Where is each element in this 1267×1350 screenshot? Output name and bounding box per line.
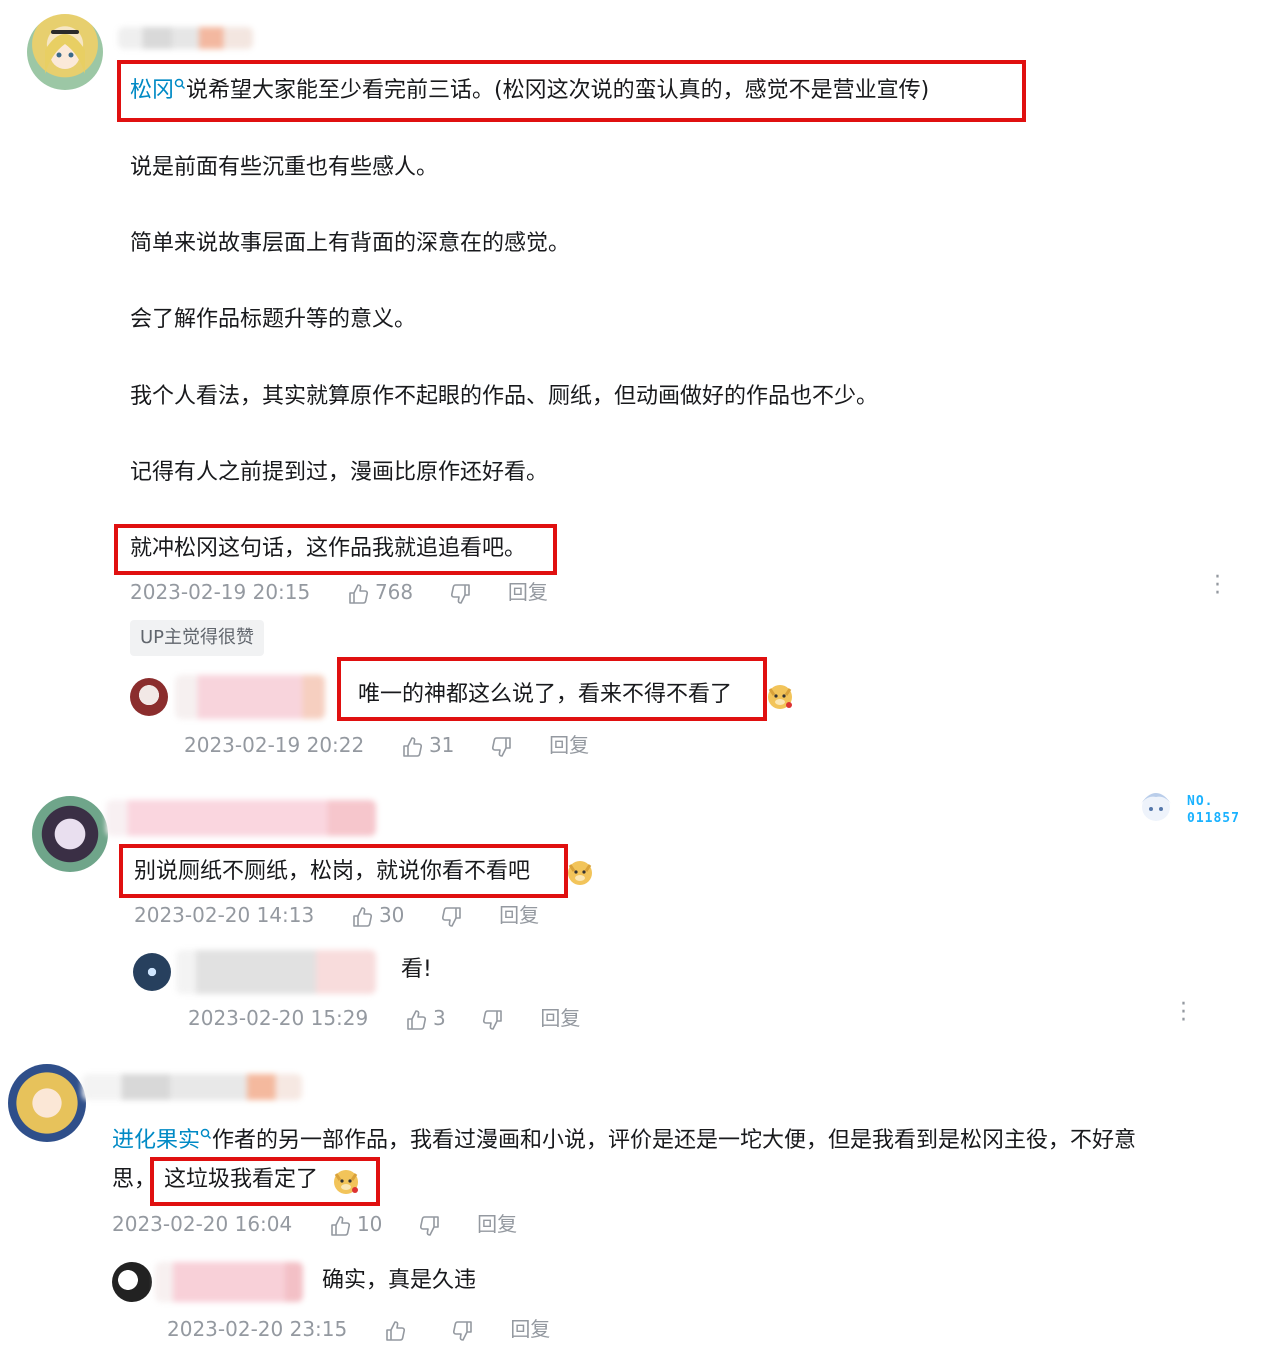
fan-avatar-icon [1140,793,1172,821]
thumbs-up-icon [406,1009,426,1030]
dislike-button[interactable] [452,1317,480,1341]
avatar[interactable] [27,14,103,90]
more-icon[interactable]: · · · [1214,567,1221,605]
comment-text: 别说厕纸不厕纸，松岗，就说你看不看吧 [134,859,531,884]
timestamp: 2023-02-20 16:04 [112,1212,293,1236]
username[interactable] [176,950,376,994]
thumbs-down-icon [491,736,511,757]
username[interactable] [175,675,325,719]
more-icon[interactable]: · · · [1180,994,1187,1032]
dislike-button[interactable] [450,580,478,604]
comment-meta: 2023-02-19 20:15 768 回复 [130,580,548,605]
comment-meta: 2023-02-20 14:13 30 回复 [134,903,539,928]
like-count: 31 [428,733,455,757]
comment-paragraph: 就冲松冈这句话，这作品我就追追看吧。 [130,536,527,561]
like-button[interactable]: 30 [351,903,411,927]
avatar[interactable] [133,953,171,991]
timestamp: 2023-02-20 23:15 [167,1317,348,1341]
comment-line: 进化果实 作者的另一部作品，我看过漫画和小说，评价是还是一坨大便，但是我看到是松冈… [112,1126,1136,1156]
doge-emoji [568,861,592,885]
like-count: 30 [378,903,405,927]
avatar[interactable] [8,1064,86,1142]
timestamp: 2023-02-20 14:13 [134,903,315,927]
dislike-button[interactable] [419,1212,447,1236]
thumbs-up-icon [348,583,368,604]
thumbs-up-icon [352,906,372,927]
comment-meta: 2023-02-20 16:04 10 回复 [112,1212,517,1237]
comment-paragraph: 我个人看法，其实就算原作不起眼的作品、厕纸，但动画做好的作品也不少。 [130,384,879,409]
dislike-button[interactable] [482,1006,510,1030]
search-icon [174,78,186,90]
reply-text: 看! [401,957,432,982]
timestamp: 2023-02-19 20:15 [130,580,311,604]
thumbs-down-icon [441,906,461,927]
thumbs-down-icon [452,1320,472,1341]
comment-paragraph: 会了解作品标题升等的意义。 [130,307,417,332]
comment-paragraph: 记得有人之前提到过，漫画比原作还好看。 [130,460,549,485]
thumbs-down-icon [419,1215,439,1236]
timestamp: 2023-02-19 20:22 [184,733,365,757]
username[interactable] [82,1074,302,1100]
reply-button[interactable]: 回复 [499,903,539,927]
reply-meta: 2023-02-19 20:22 31 回复 [184,733,589,758]
reply-text: 确实，真是久违 [322,1268,477,1293]
like-button[interactable]: 31 [401,733,461,757]
doge-emoji [334,1170,358,1194]
reply-button[interactable]: 回复 [508,580,548,604]
avatar[interactable] [32,796,108,872]
mention-link[interactable]: 进化果实 [112,1128,200,1153]
reply-button[interactable]: 回复 [510,1317,550,1341]
thumbs-up-icon [402,736,422,757]
like-count: 768 [374,580,414,604]
comment-text: 说希望大家能至少看完前三话。(松冈这次说的蛮认真的，感觉不是营业宣传) [186,78,930,103]
up-liked-badge: UP主觉得很赞 [130,620,265,656]
like-button[interactable]: 10 [329,1212,389,1236]
username[interactable] [118,27,253,49]
username[interactable] [155,1262,303,1302]
thumbs-up-icon [385,1320,405,1341]
avatar[interactable] [130,678,168,716]
reply-button[interactable]: 回复 [477,1212,517,1236]
fan-medal: NO. 011857 [1135,783,1250,833]
like-button[interactable]: 768 [347,580,420,604]
reply-meta: 2023-02-20 15:29 3 回复 [188,1006,580,1031]
fan-label: NO. [1187,794,1214,809]
comment-text: 作者的另一部作品，我看过漫画和小说，评价是还是一坨大便，但是我看到是松冈主役，不… [212,1128,1137,1153]
like-button[interactable] [384,1317,412,1341]
thumbs-down-icon [450,583,470,604]
reply-text: 唯一的神都这么说了，看来不得不看了 [358,682,733,707]
thumbs-up-icon [330,1215,350,1236]
comment-paragraph: 简单来说故事层面上有背面的深意在的感觉。 [130,231,571,256]
reply-button[interactable]: 回复 [549,733,589,757]
username[interactable] [106,800,376,836]
like-button[interactable]: 3 [405,1006,452,1030]
dislike-button[interactable] [491,733,519,757]
comment-paragraph: 说是前面有些沉重也有些感人。 [130,155,439,180]
reply-meta: 2023-02-20 23:15 回复 [167,1317,550,1342]
search-icon [200,1128,212,1140]
avatar[interactable] [112,1262,152,1302]
dislike-button[interactable] [441,903,469,927]
comment-line: 松冈 说希望大家能至少看完前三话。(松冈这次说的蛮认真的，感觉不是营业宣传) [130,76,929,106]
fan-number: 011857 [1187,811,1240,826]
like-count: 10 [356,1212,383,1236]
thumbs-down-icon [482,1009,502,1030]
timestamp: 2023-02-20 15:29 [188,1006,369,1030]
like-count: 3 [432,1006,446,1030]
reply-button[interactable]: 回复 [540,1006,580,1030]
doge-emoji [768,685,792,709]
mention-link[interactable]: 松冈 [130,78,174,103]
